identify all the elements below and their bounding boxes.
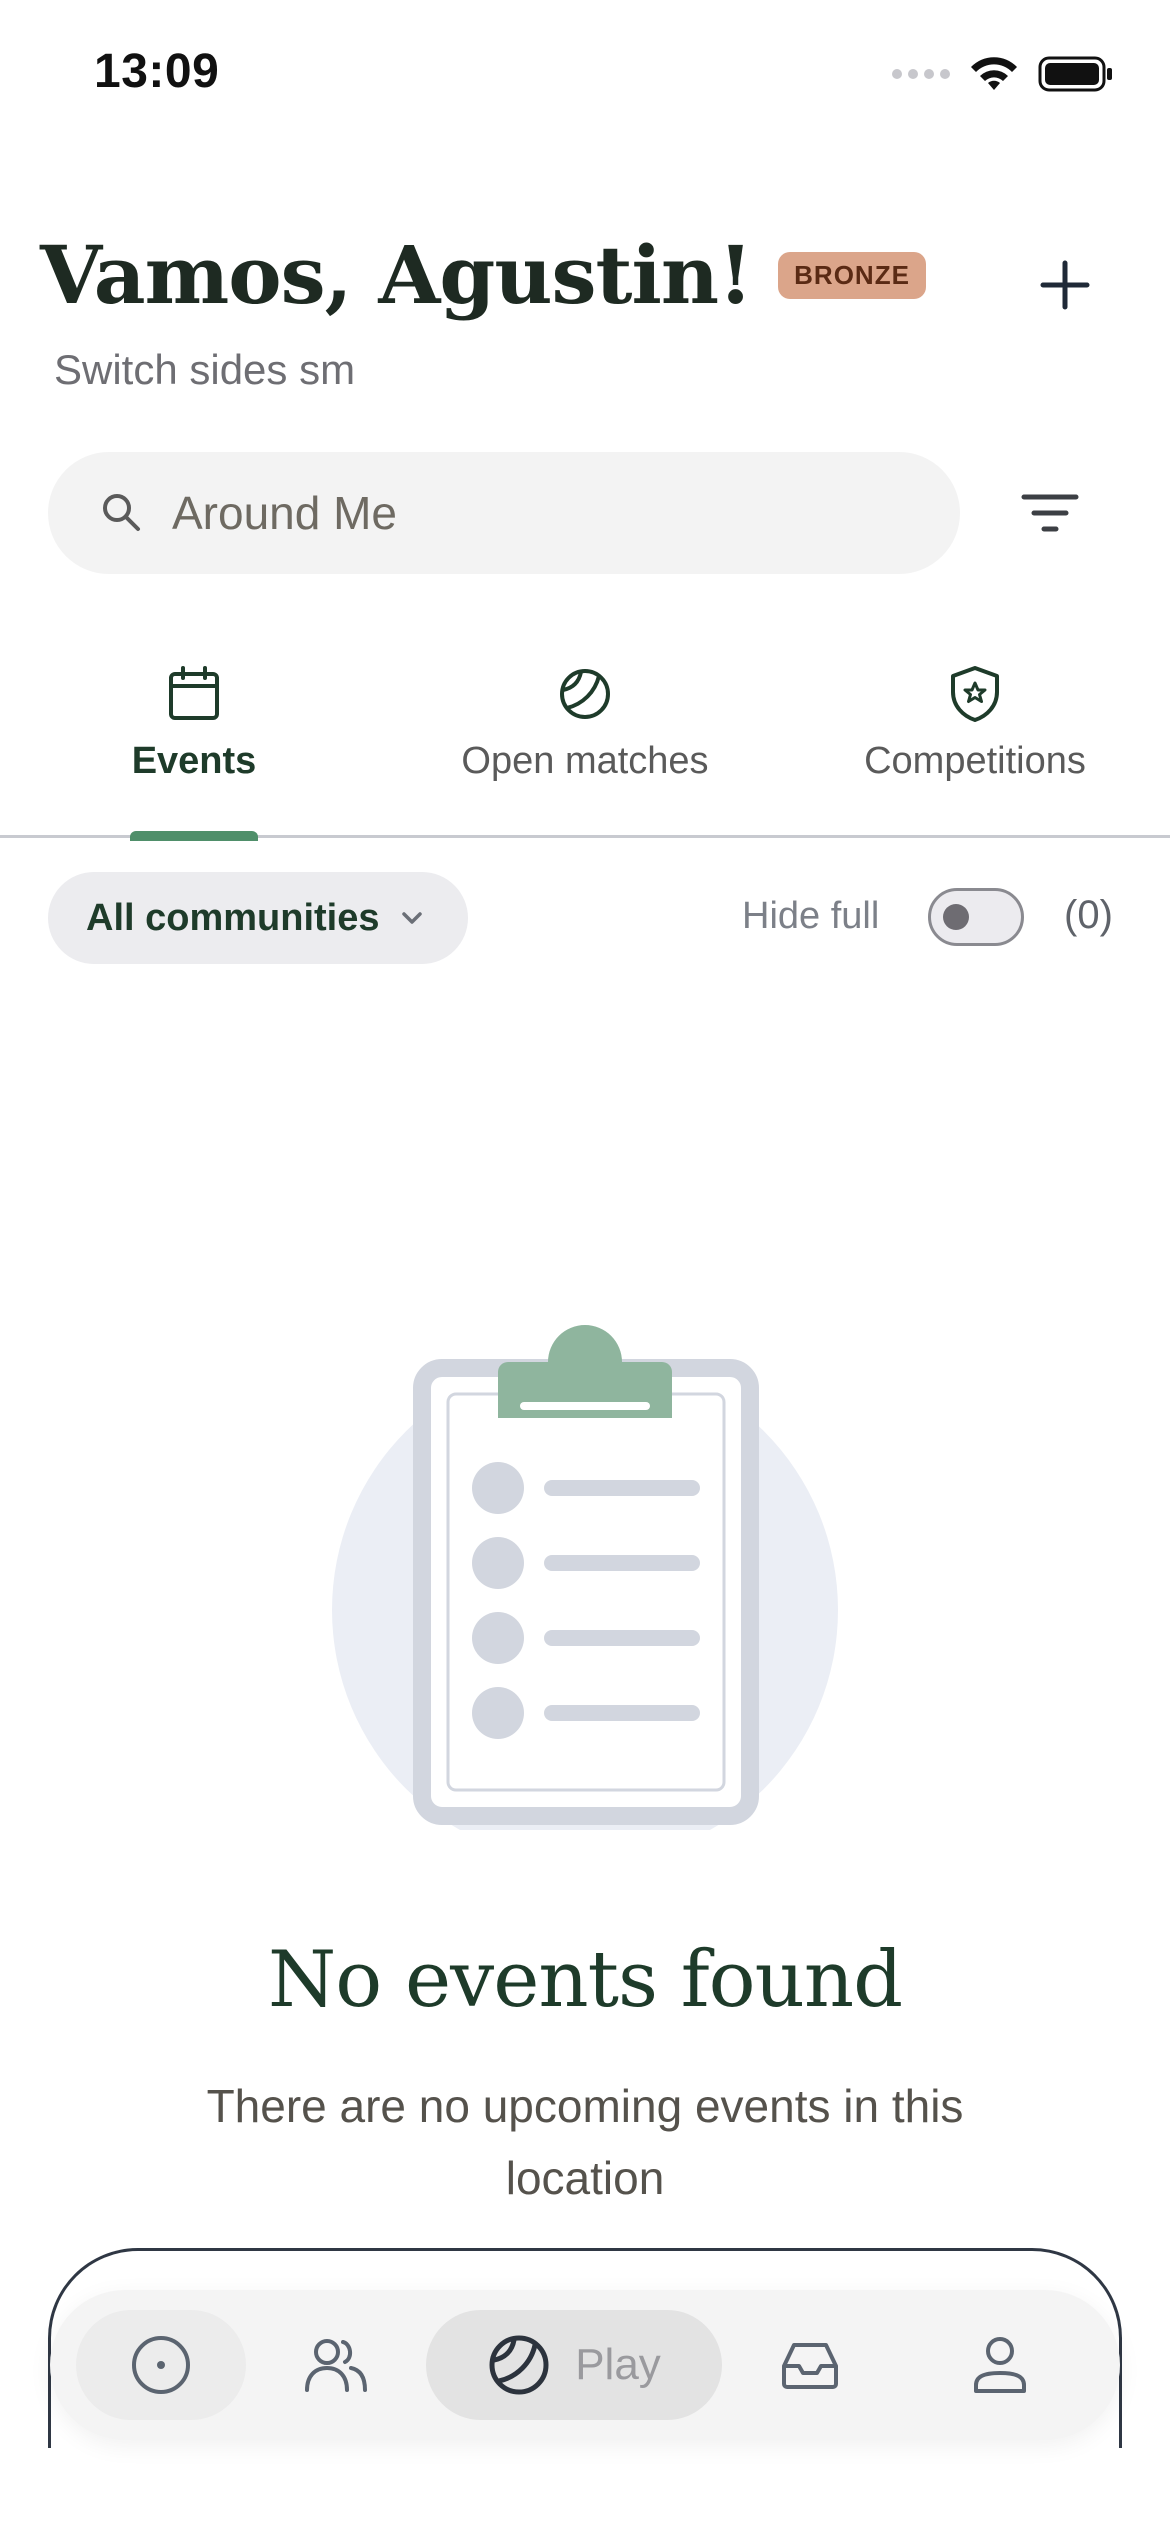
people-icon — [305, 2339, 367, 2392]
tab-label: Open matches — [461, 740, 709, 782]
rank-badge: BRONZE — [778, 251, 926, 299]
tab-events[interactable]: Events — [94, 650, 294, 841]
search-placeholder: Around Me — [172, 487, 398, 539]
tennis-ball-icon — [489, 2335, 549, 2395]
search-input[interactable]: Around Me — [48, 452, 960, 574]
wifi-icon — [971, 57, 1017, 90]
chevron-down-icon — [401, 912, 422, 924]
plus-icon — [1040, 260, 1090, 310]
nav-community[interactable] — [286, 2310, 386, 2420]
full-count: (0) — [1064, 893, 1113, 937]
tab-bar: Events Open matches Competitions — [0, 650, 1170, 841]
tab-open-matches[interactable]: Open matches — [435, 650, 735, 838]
greeting-row: Vamos, Agustin! BRONZE — [40, 228, 926, 322]
nav-profile[interactable] — [950, 2310, 1050, 2420]
tab-label: Competitions — [864, 740, 1086, 782]
community-dropdown[interactable]: All communities — [48, 872, 468, 964]
inbox-icon — [782, 2343, 838, 2389]
toggle-knob — [943, 904, 969, 930]
empty-clipboard-illustration — [332, 1325, 838, 1830]
active-tab-indicator — [130, 831, 258, 841]
battery-icon — [1038, 56, 1112, 92]
nav-home[interactable] — [76, 2310, 246, 2420]
profile-icon — [974, 2337, 1026, 2393]
status-icons — [892, 52, 1114, 96]
nav-inbox[interactable] — [760, 2310, 860, 2420]
add-button[interactable] — [1030, 250, 1100, 320]
page-title: Vamos, Agustin! — [40, 228, 753, 322]
empty-state-message: There are no upcoming events in this loc… — [206, 2080, 964, 2204]
community-label: All communities — [86, 896, 380, 939]
bottom-nav: Play — [50, 2290, 1120, 2440]
hide-full-toggle[interactable] — [928, 888, 1024, 946]
empty-state-title: No events found — [267, 1935, 903, 2025]
calendar-icon — [162, 662, 226, 726]
filter-button[interactable] — [1010, 478, 1090, 548]
status-bar: 13:09 — [0, 0, 1170, 150]
search-icon — [103, 494, 140, 531]
filter-lines-icon — [1021, 494, 1079, 532]
nav-play[interactable]: Play — [426, 2310, 722, 2420]
home-circle-icon — [132, 2336, 190, 2394]
nav-play-label: Play — [575, 2340, 661, 2389]
tab-label: Events — [131, 740, 257, 782]
cellular-signal-icon — [892, 69, 950, 79]
hide-full-label: Hide full — [742, 895, 880, 937]
status-time: 13:09 — [94, 45, 220, 98]
subtitle: Switch sides sm — [54, 346, 356, 393]
tennis-ball-icon — [553, 662, 617, 726]
shield-star-icon — [943, 662, 1007, 726]
tab-competitions[interactable]: Competitions — [830, 650, 1120, 838]
